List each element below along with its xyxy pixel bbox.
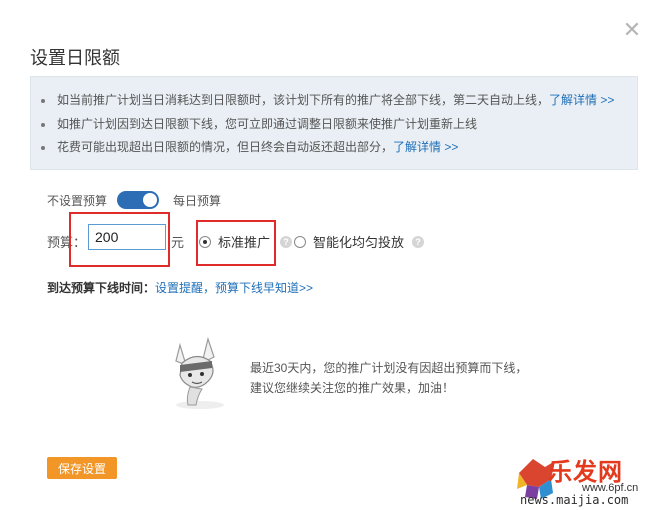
no-budget-label: 不设置预算 [47, 193, 108, 208]
highlight-box-budget [69, 212, 170, 267]
notice-box: 如当前推广计划当日消耗达到日限额时，该计划下所有的推广将全部下线，第二天自动上线… [30, 76, 638, 170]
kangaroo-illustration [175, 336, 224, 409]
empty-state-line2: 建议您继续关注您的推广效果，加油！ [250, 381, 455, 395]
notice-item: 如推广计划因到达日限额下线，您可立即通过调整日限额来使推广计划重新上线 [41, 113, 637, 137]
learn-more-link[interactable]: 了解详情 >> [549, 93, 614, 107]
budget-mode-row: 不设置预算 每日预算 [47, 190, 221, 210]
daily-budget-label: 每日预算 [173, 193, 222, 208]
save-button[interactable]: 保存设置 [47, 457, 117, 479]
dialog-title: 设置日限额 [30, 48, 120, 68]
offline-time-row: 到达预算下线时间：设置提醒，预算下线早知道>> [47, 279, 313, 296]
empty-state-line1: 最近30天内，您的推广计划没有因超出预算而下线， [250, 361, 528, 375]
help-icon[interactable]: ? [412, 235, 425, 248]
toggle-knob [143, 193, 158, 207]
notice-item: 如当前推广计划当日消耗达到日限额时，该计划下所有的推广将全部下线，第二天自动上线… [41, 89, 637, 113]
budget-toggle[interactable] [117, 191, 160, 209]
highlight-box-standard [196, 220, 276, 266]
delivery-option-smart[interactable]: 智能化均匀投放 ? [294, 232, 425, 251]
learn-more-link[interactable]: 了解详情 >> [393, 140, 458, 154]
notice-item: 花费可能出现超出日限额的情况，但日终会自动返还超出部分，了解详情 >> [41, 136, 637, 160]
close-icon[interactable]: ✕ [622, 19, 642, 41]
set-reminder-link[interactable]: 设置提醒，预算下线早知道>> [155, 281, 313, 295]
watermark-sub: news.maijia.com [520, 493, 629, 507]
budget-unit: 元 [171, 235, 185, 250]
offline-time-label: 到达预算下线时间： [47, 281, 156, 295]
smart-label: 智能化均匀投放 [313, 235, 405, 250]
radio-smart[interactable] [294, 235, 306, 248]
empty-state-message: 最近30天内，您的推广计划没有因超出预算而下线， 建议您继续关注您的推广效果，加… [250, 358, 527, 398]
help-icon[interactable]: ? [280, 235, 293, 248]
